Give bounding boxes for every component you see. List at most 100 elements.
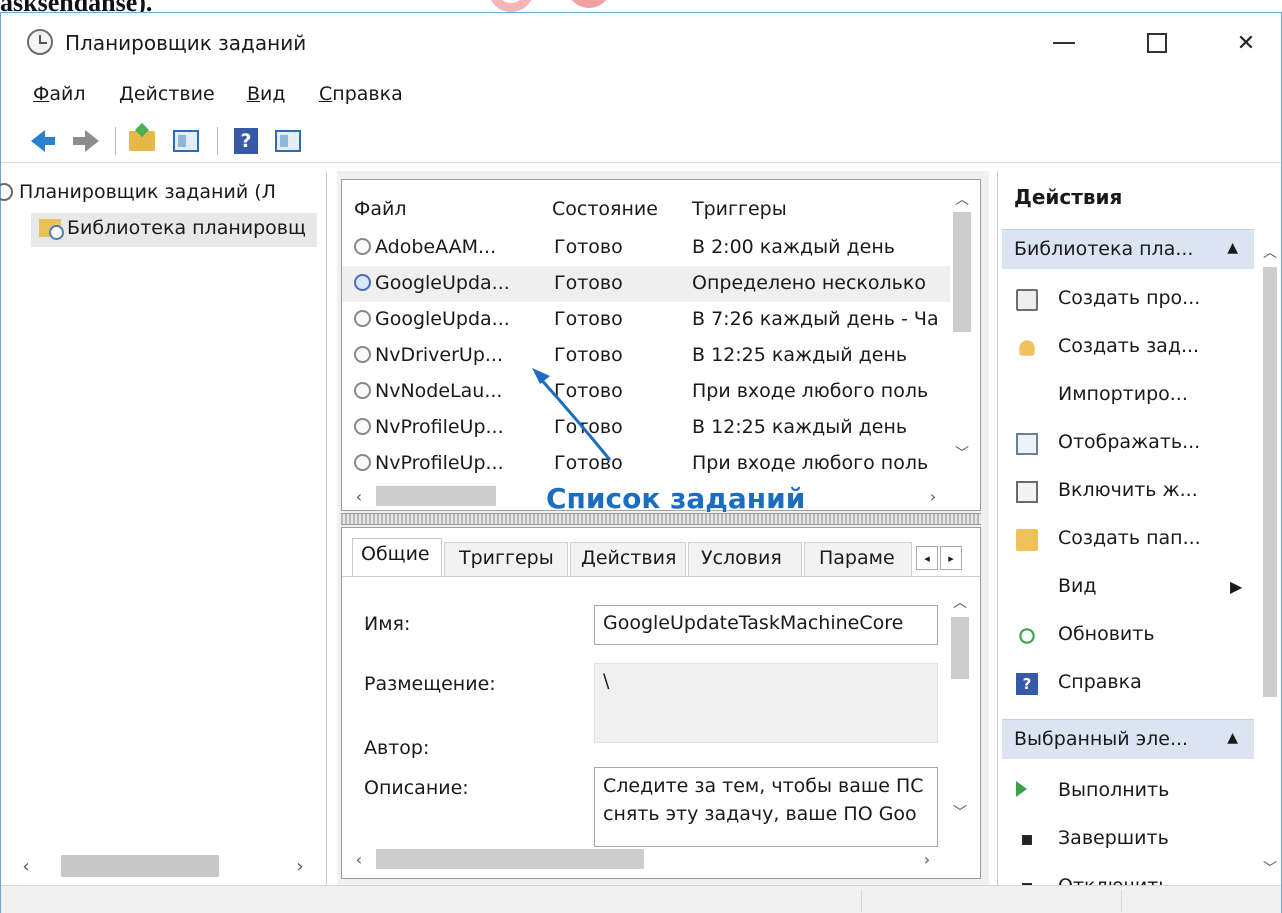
task-row[interactable]: NvProfileUp... Готово В 12:25 каждый день bbox=[342, 410, 950, 446]
group-library-label: Библиотека пла... bbox=[1014, 238, 1194, 260]
task-scheduler-clock-icon bbox=[27, 29, 53, 55]
clock-icon bbox=[0, 183, 13, 201]
collapse-up-icon[interactable]: ▲ bbox=[1227, 240, 1238, 256]
show-hide-pane-button[interactable] bbox=[171, 127, 201, 155]
actions-group-library[interactable]: Библиотека пла... ▲ bbox=[1002, 229, 1254, 269]
task-name-cell: NvDriverUp... bbox=[354, 344, 548, 366]
tab-triggers[interactable]: Триггеры bbox=[444, 542, 568, 576]
menu-view[interactable]: Вид bbox=[247, 83, 286, 105]
tree-horizontal-scrollbar[interactable]: ‹ › bbox=[9, 853, 323, 879]
tab-actions[interactable]: Действия bbox=[570, 542, 686, 576]
task-trigger: В 12:25 каждый день bbox=[692, 344, 908, 366]
menu-view-accel: В bbox=[247, 83, 261, 105]
status-bar bbox=[1, 885, 1281, 913]
scroll-right-arrow-icon[interactable]: › bbox=[916, 847, 938, 871]
task-description-field[interactable]: Следите за тем, чтобы ваше ПС снять эту … bbox=[594, 767, 938, 847]
close-button[interactable]: ✕ bbox=[1223, 23, 1269, 63]
minimize-button[interactable] bbox=[1041, 23, 1087, 63]
up-folder-button[interactable] bbox=[127, 127, 157, 155]
action-pane-button[interactable] bbox=[273, 127, 303, 155]
task-name-cell: NvNodeLau... bbox=[354, 380, 548, 402]
task-name-cell: NvProfileUp... bbox=[354, 416, 548, 438]
menu-action-accel: Д bbox=[119, 83, 134, 105]
column-header-name[interactable]: Файл bbox=[354, 198, 407, 220]
tree-library-label: Библиотека планировщ bbox=[67, 217, 306, 239]
actions-vertical-scrollbar[interactable]: ︿ ﹀ bbox=[1260, 237, 1280, 883]
tab-conditions[interactable]: Условия bbox=[688, 542, 802, 576]
scroll-down-arrow-icon[interactable]: ﹀ bbox=[948, 801, 972, 823]
action-item-label: Вид bbox=[1058, 575, 1097, 597]
details-horizontal-scrollbar[interactable]: ‹ › bbox=[346, 847, 946, 871]
scroll-thumb[interactable] bbox=[1263, 267, 1277, 697]
task-details-panel: Общие Триггеры Действия Условия Параме ◂… bbox=[341, 527, 981, 879]
tree-root-item[interactable]: Планировщик заданий (Л bbox=[0, 181, 276, 203]
maximize-button[interactable] bbox=[1134, 23, 1180, 63]
task-row[interactable]: GoogleUpda... Готово Определено несколько bbox=[342, 266, 950, 302]
screenshot-stage: asksendanse). Планировщик заданий ✕ Файл… bbox=[0, 0, 1282, 913]
watermark-mark bbox=[566, 0, 612, 8]
tab-scroll-left-icon[interactable]: ◂ bbox=[916, 546, 938, 570]
clock-icon bbox=[354, 382, 371, 399]
menu-file-label: айл bbox=[49, 83, 86, 105]
scroll-up-arrow-icon[interactable]: ︿ bbox=[950, 188, 974, 210]
task-list-vertical-scrollbar[interactable]: ︿ ﹀ bbox=[950, 180, 974, 480]
menu-action[interactable]: Действие bbox=[119, 83, 215, 105]
details-vertical-scrollbar[interactable]: ︿ ﹀ bbox=[948, 587, 972, 823]
scroll-left-arrow-icon[interactable]: ‹ bbox=[15, 853, 37, 879]
forward-arrow-icon bbox=[73, 130, 99, 152]
task-row[interactable]: AdobeAAM... Готово В 2:00 каждый день bbox=[342, 230, 950, 266]
scroll-thumb[interactable] bbox=[376, 849, 644, 869]
task-name-field[interactable]: GoogleUpdateTaskMachineCore bbox=[594, 605, 938, 645]
show-pane-icon bbox=[173, 130, 199, 152]
scroll-right-arrow-icon[interactable]: › bbox=[922, 484, 944, 508]
scroll-thumb[interactable] bbox=[61, 855, 219, 877]
scroll-thumb[interactable] bbox=[951, 617, 969, 679]
close-icon: ✕ bbox=[1236, 30, 1256, 56]
scroll-down-arrow-icon[interactable]: ﹀ bbox=[1260, 857, 1280, 879]
scroll-up-arrow-icon[interactable]: ︿ bbox=[948, 591, 972, 613]
name-label: Имя: bbox=[364, 613, 411, 635]
scroll-up-arrow-icon[interactable]: ︿ bbox=[1260, 241, 1280, 263]
status-bar-cell bbox=[1121, 890, 1122, 912]
menu-help[interactable]: Справка bbox=[319, 83, 403, 105]
task-status: Готово bbox=[554, 308, 623, 330]
task-row[interactable]: NvProfileUp... Готово При входе любого пол… bbox=[342, 446, 950, 482]
pane-splitter[interactable] bbox=[341, 513, 981, 525]
scroll-left-arrow-icon[interactable]: ‹ bbox=[348, 847, 370, 871]
stop-icon bbox=[1022, 835, 1032, 845]
running-tasks-icon bbox=[1016, 433, 1038, 455]
tree-item-library[interactable]: Библиотека планировщ bbox=[31, 213, 317, 247]
menu-help-accel: С bbox=[319, 83, 333, 105]
forward-button[interactable] bbox=[67, 127, 99, 155]
title-bar[interactable]: Планировщик заданий ✕ bbox=[1, 13, 1281, 75]
clock-icon bbox=[354, 418, 371, 435]
action-item-label: Создать про... bbox=[1058, 287, 1201, 309]
collapse-up-icon[interactable]: ▲ bbox=[1227, 730, 1238, 746]
tab-general[interactable]: Общие bbox=[352, 538, 442, 576]
scroll-left-arrow-icon[interactable]: ‹ bbox=[348, 484, 370, 508]
task-row[interactable]: NvDriverUp... Готово В 12:25 каждый день bbox=[342, 338, 950, 374]
scroll-down-arrow-icon[interactable]: ﹀ bbox=[950, 442, 974, 464]
task-location-field[interactable]: \ bbox=[594, 663, 938, 743]
scroll-thumb[interactable] bbox=[376, 486, 496, 506]
tab-settings[interactable]: Параме bbox=[804, 542, 912, 576]
column-header-status[interactable]: Состояние bbox=[552, 198, 658, 220]
task-row[interactable]: GoogleUpda... Готово В 7:26 каждый день - … bbox=[342, 302, 950, 338]
run-icon bbox=[1016, 781, 1027, 797]
back-button[interactable] bbox=[23, 127, 55, 155]
task-list-panel: Файл Состояние Триггеры AdobeAAM... Готов… bbox=[341, 179, 981, 515]
status-bar-cell bbox=[861, 890, 862, 912]
scroll-right-arrow-icon[interactable]: › bbox=[289, 853, 311, 879]
task-name-cell: GoogleUpda... bbox=[354, 272, 548, 294]
column-header-triggers[interactable]: Триггеры bbox=[692, 198, 787, 220]
clock-icon bbox=[354, 274, 371, 291]
task-row[interactable]: NvNodeLau... Готово При входе любого поль bbox=[342, 374, 950, 410]
actions-group-selected-item[interactable]: Выбранный эле... ▲ bbox=[1002, 719, 1254, 759]
scroll-thumb[interactable] bbox=[953, 212, 971, 332]
menu-file[interactable]: Файл bbox=[33, 83, 86, 105]
action-item-label: Обновить bbox=[1058, 623, 1155, 645]
tab-scroll-right-icon[interactable]: ▸ bbox=[940, 546, 962, 570]
help-button[interactable]: ? bbox=[231, 127, 261, 155]
description-label: Описание: bbox=[364, 777, 469, 799]
general-tab-content: Имя: GoogleUpdateTaskMachineCore Размеще… bbox=[342, 576, 980, 878]
